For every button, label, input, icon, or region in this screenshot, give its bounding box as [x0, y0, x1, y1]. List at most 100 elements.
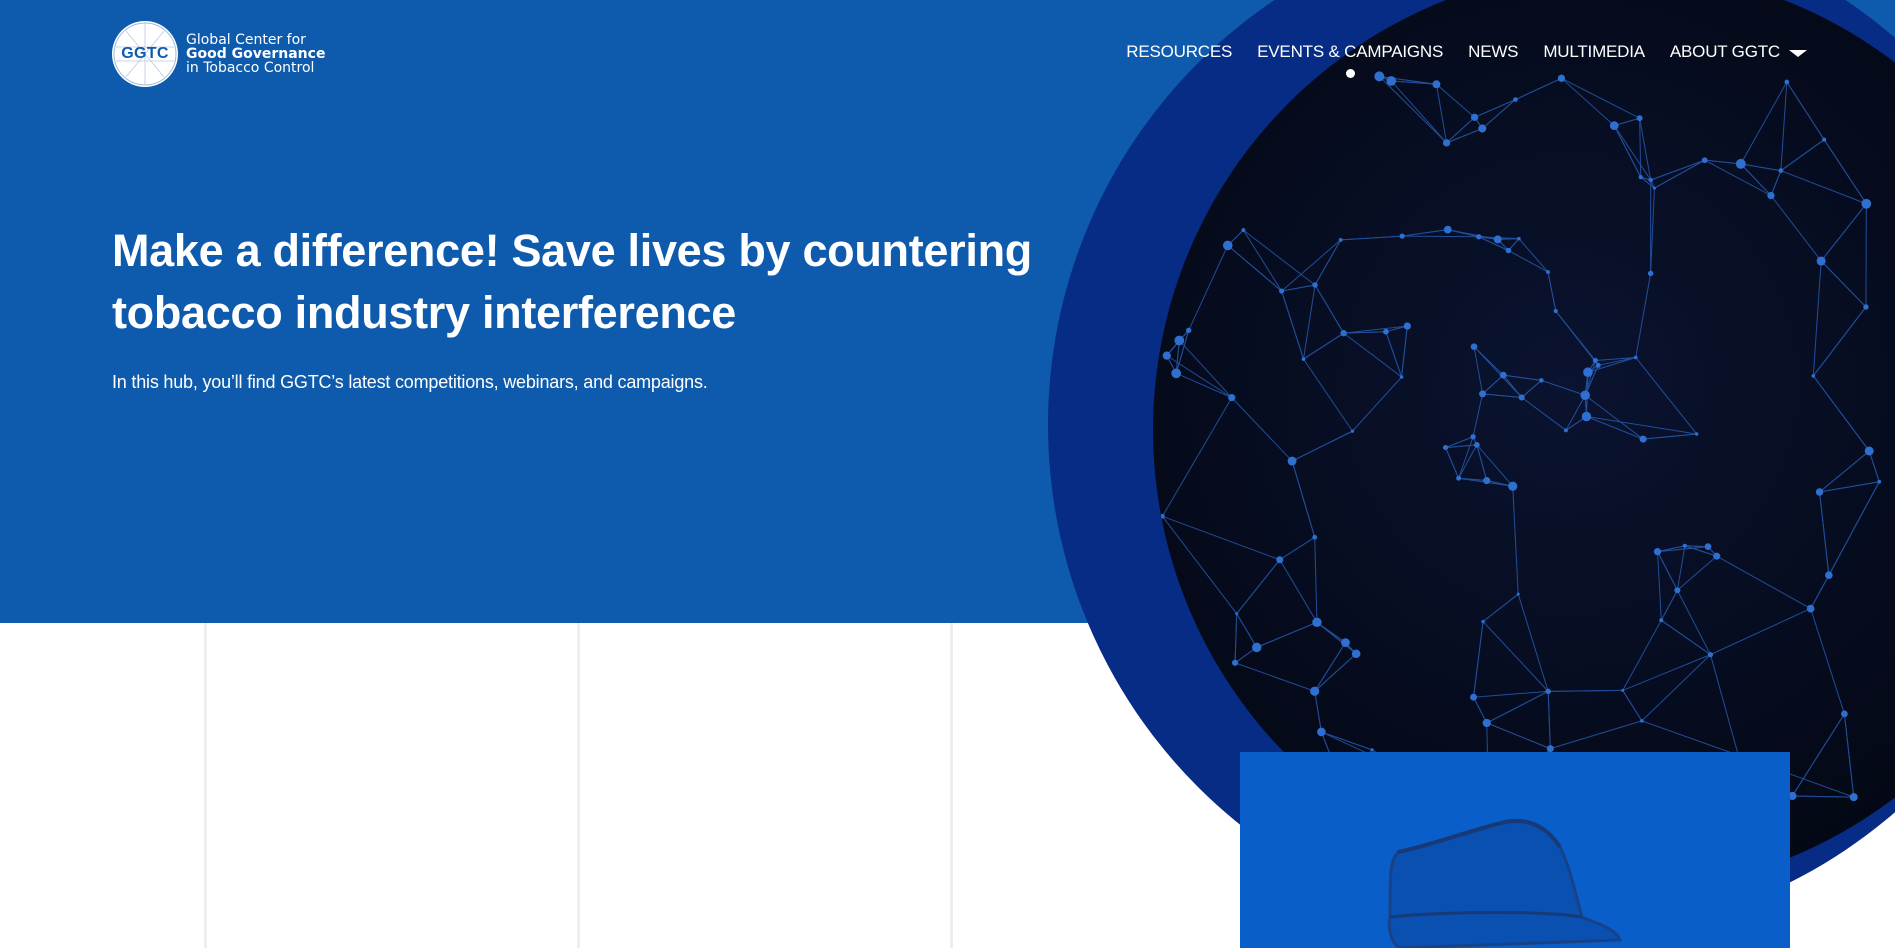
hero-subtitle: In this hub, you’ll find GGTC’s latest c… [112, 372, 708, 392]
network-node [1481, 619, 1485, 624]
network-node [1640, 719, 1644, 723]
network-node [1482, 718, 1491, 728]
network-node [1442, 445, 1449, 451]
network-node [1499, 371, 1507, 379]
network-node [1639, 435, 1647, 443]
logo-line-1: Global Center for [186, 32, 306, 48]
network-node [1841, 710, 1848, 718]
network-node [1701, 157, 1708, 164]
network-node [1443, 225, 1452, 234]
network-node [1478, 124, 1487, 133]
network-node [1518, 394, 1525, 401]
network-node [1350, 429, 1355, 433]
network-node [1707, 652, 1714, 658]
network-node [1539, 378, 1544, 383]
network-node [1633, 355, 1638, 360]
network-node [1338, 237, 1343, 242]
network-node [1442, 139, 1451, 147]
nav-item-about-ggtc[interactable]: ABOUT GGTC [1670, 42, 1807, 62]
network-node [1476, 234, 1482, 240]
network-node [1648, 177, 1653, 183]
network-node [1713, 552, 1721, 560]
network-node [1470, 113, 1479, 122]
network-node [1301, 357, 1306, 361]
hat-icon [1387, 818, 1623, 948]
network-node [1592, 357, 1598, 364]
nav-item-events-campaigns[interactable]: EVENTS & CAMPAIGNS [1257, 42, 1444, 78]
network-node [1310, 686, 1320, 696]
network-node [1470, 693, 1477, 701]
network-node [1386, 76, 1397, 86]
network-node [1232, 659, 1239, 666]
network-node [1704, 543, 1712, 550]
nav-item-resources[interactable]: RESOURCES [1126, 42, 1232, 62]
network-node [1252, 642, 1262, 653]
network-node [1351, 649, 1361, 659]
network-node [1276, 556, 1284, 564]
network-node [1403, 322, 1411, 330]
network-node [1470, 343, 1478, 350]
network-node [1784, 79, 1790, 85]
network-node [1312, 534, 1318, 540]
logo-wordmark: Global Center for Good Governance in Tob… [186, 33, 325, 75]
network-node [1811, 374, 1816, 378]
network-node [1171, 368, 1182, 379]
logo-mark-text: GGTC [121, 45, 169, 62]
network-node [1383, 328, 1389, 335]
network-node [1557, 74, 1566, 82]
nav-item-label: NEWS [1468, 42, 1519, 61]
network-node [1864, 446, 1874, 456]
logo-line-2: Good Governance [186, 46, 326, 62]
network-node [1474, 442, 1480, 448]
network-node [1652, 186, 1656, 190]
network-node [1517, 236, 1521, 241]
network-node [1563, 428, 1568, 433]
nav-item-label: ABOUT GGTC [1669, 42, 1780, 61]
network-node [1580, 390, 1590, 400]
nav-item-label: EVENTS & CAMPAIGNS [1257, 42, 1444, 61]
chevron-down-icon[interactable] [1789, 50, 1807, 57]
nav-item-multimedia[interactable]: MULTIMEDIA [1543, 42, 1645, 62]
network-node [1340, 329, 1347, 337]
network-node [1849, 793, 1858, 802]
network-node [1483, 476, 1491, 485]
network-node [1241, 228, 1246, 233]
network-node [1228, 394, 1236, 402]
logo-line-3: in Tobacco Control [186, 60, 315, 76]
network-node [1653, 548, 1662, 556]
network-node [1317, 727, 1326, 737]
network-node [1581, 411, 1592, 422]
network-node [1235, 612, 1239, 616]
network-node [1636, 115, 1643, 122]
network-node [1659, 618, 1664, 623]
nav-item-news[interactable]: NEWS [1468, 42, 1518, 62]
site-logo[interactable]: GGTC Global Center for Good Governance i… [112, 21, 325, 87]
network-node [1806, 604, 1815, 613]
network-node [1822, 137, 1827, 142]
network-node [1374, 71, 1385, 82]
network-link [1402, 235, 1479, 238]
network-node [1735, 158, 1746, 169]
network-node [1778, 168, 1784, 174]
network-node [1553, 309, 1558, 314]
network-node [1861, 198, 1872, 209]
network-node [1493, 235, 1502, 244]
network-node [1312, 282, 1318, 288]
network-node [1222, 240, 1233, 251]
network-node [1513, 97, 1518, 102]
nav-item-label: RESOURCES [1126, 42, 1233, 61]
globe-logo-icon: GGTC [112, 21, 178, 87]
network-node [1877, 479, 1882, 484]
feature-card[interactable] [1240, 752, 1790, 948]
network-node [1682, 543, 1687, 548]
network-node [1816, 256, 1826, 266]
network-node [1505, 247, 1512, 254]
nav-item-label: MULTIMEDIA [1543, 42, 1645, 61]
network-node [1545, 688, 1551, 695]
network-node [1825, 571, 1833, 580]
network-node [1312, 617, 1322, 628]
network-node [1399, 375, 1404, 379]
network-node [1456, 475, 1462, 481]
network-node [1370, 748, 1374, 752]
network-node [1399, 233, 1405, 239]
